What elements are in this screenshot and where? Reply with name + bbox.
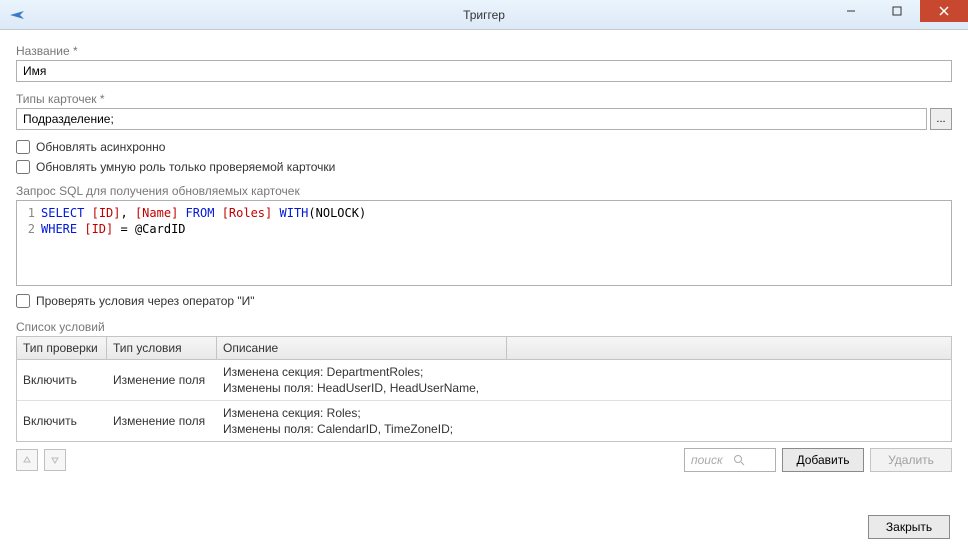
and-operator-checkbox-label: Проверять условия через оператор "И" <box>36 294 255 308</box>
conditions-label: Список условий <box>16 320 952 334</box>
name-input[interactable] <box>16 60 952 82</box>
smartrole-checkbox[interactable] <box>16 160 30 174</box>
sql-line-number: 1 <box>17 205 41 221</box>
cell-description: Изменена секция: DepartmentRoles;Изменен… <box>217 360 951 400</box>
sql-label: Запрос SQL для получения обновляемых кар… <box>16 184 952 198</box>
sql-line-number: 2 <box>17 221 41 237</box>
cell-condition-type: Изменение поля <box>107 369 217 391</box>
cardtypes-input[interactable] <box>16 108 927 130</box>
cell-description: Изменена секция: Roles;Изменены поля: Ca… <box>217 401 951 441</box>
cardtypes-field-row: Типы карточек * ... <box>16 92 952 130</box>
content-area: Название * Типы карточек * ... Обновлять… <box>0 30 968 509</box>
close-button[interactable] <box>920 0 968 22</box>
header-condition-type[interactable]: Тип условия <box>107 337 217 359</box>
window-title: Триггер <box>0 8 968 22</box>
conditions-toolbar: поиск Добавить Удалить <box>16 448 952 472</box>
maximize-button[interactable] <box>874 0 920 22</box>
cardtypes-browse-button[interactable]: ... <box>930 108 952 130</box>
sql-code: WHERE [ID] = @CardID <box>41 221 951 237</box>
sql-code: SELECT [ID], [Name] FROM [Roles] WITH(NO… <box>41 205 951 221</box>
move-down-button[interactable] <box>44 449 66 471</box>
sql-line: 1SELECT [ID], [Name] FROM [Roles] WITH(N… <box>17 205 951 221</box>
sql-line: 2WHERE [ID] = @CardID <box>17 221 951 237</box>
cell-check-type: Включить <box>17 410 107 432</box>
cell-check-type: Включить <box>17 369 107 391</box>
async-checkbox[interactable] <box>16 140 30 154</box>
dialog-footer: Закрыть <box>0 509 968 549</box>
header-description[interactable]: Описание <box>217 337 507 359</box>
cell-condition-type: Изменение поля <box>107 410 217 432</box>
window-buttons <box>828 0 968 22</box>
header-spacer <box>507 337 937 359</box>
search-icon <box>733 454 771 466</box>
smartrole-checkbox-row[interactable]: Обновлять умную роль только проверяемой … <box>16 160 952 174</box>
move-up-button[interactable] <box>16 449 38 471</box>
minimize-button[interactable] <box>828 0 874 22</box>
titlebar: Триггер <box>0 0 968 30</box>
table-row[interactable]: ВключитьИзменение поляИзменена секция: D… <box>17 360 951 401</box>
smartrole-checkbox-label: Обновлять умную роль только проверяемой … <box>36 160 335 174</box>
search-placeholder: поиск <box>691 453 729 467</box>
table-row[interactable]: ВключитьИзменение поляИзменена секция: R… <box>17 401 951 441</box>
conditions-header: Тип проверки Тип условия Описание <box>17 337 951 360</box>
add-button[interactable]: Добавить <box>782 448 864 472</box>
async-checkbox-label: Обновлять асинхронно <box>36 140 165 154</box>
conditions-table: Тип проверки Тип условия Описание Включи… <box>16 336 952 442</box>
header-check-type[interactable]: Тип проверки <box>17 337 107 359</box>
app-icon <box>8 6 26 24</box>
delete-button: Удалить <box>870 448 952 472</box>
search-input[interactable]: поиск <box>684 448 776 472</box>
name-label: Название * <box>16 44 952 58</box>
async-checkbox-row[interactable]: Обновлять асинхронно <box>16 140 952 154</box>
sql-editor[interactable]: 1SELECT [ID], [Name] FROM [Roles] WITH(N… <box>16 200 952 286</box>
and-operator-checkbox-row[interactable]: Проверять условия через оператор "И" <box>16 294 952 308</box>
and-operator-checkbox[interactable] <box>16 294 30 308</box>
close-dialog-button[interactable]: Закрыть <box>868 515 950 539</box>
name-field-row: Название * <box>16 44 952 82</box>
cardtypes-label: Типы карточек * <box>16 92 952 106</box>
